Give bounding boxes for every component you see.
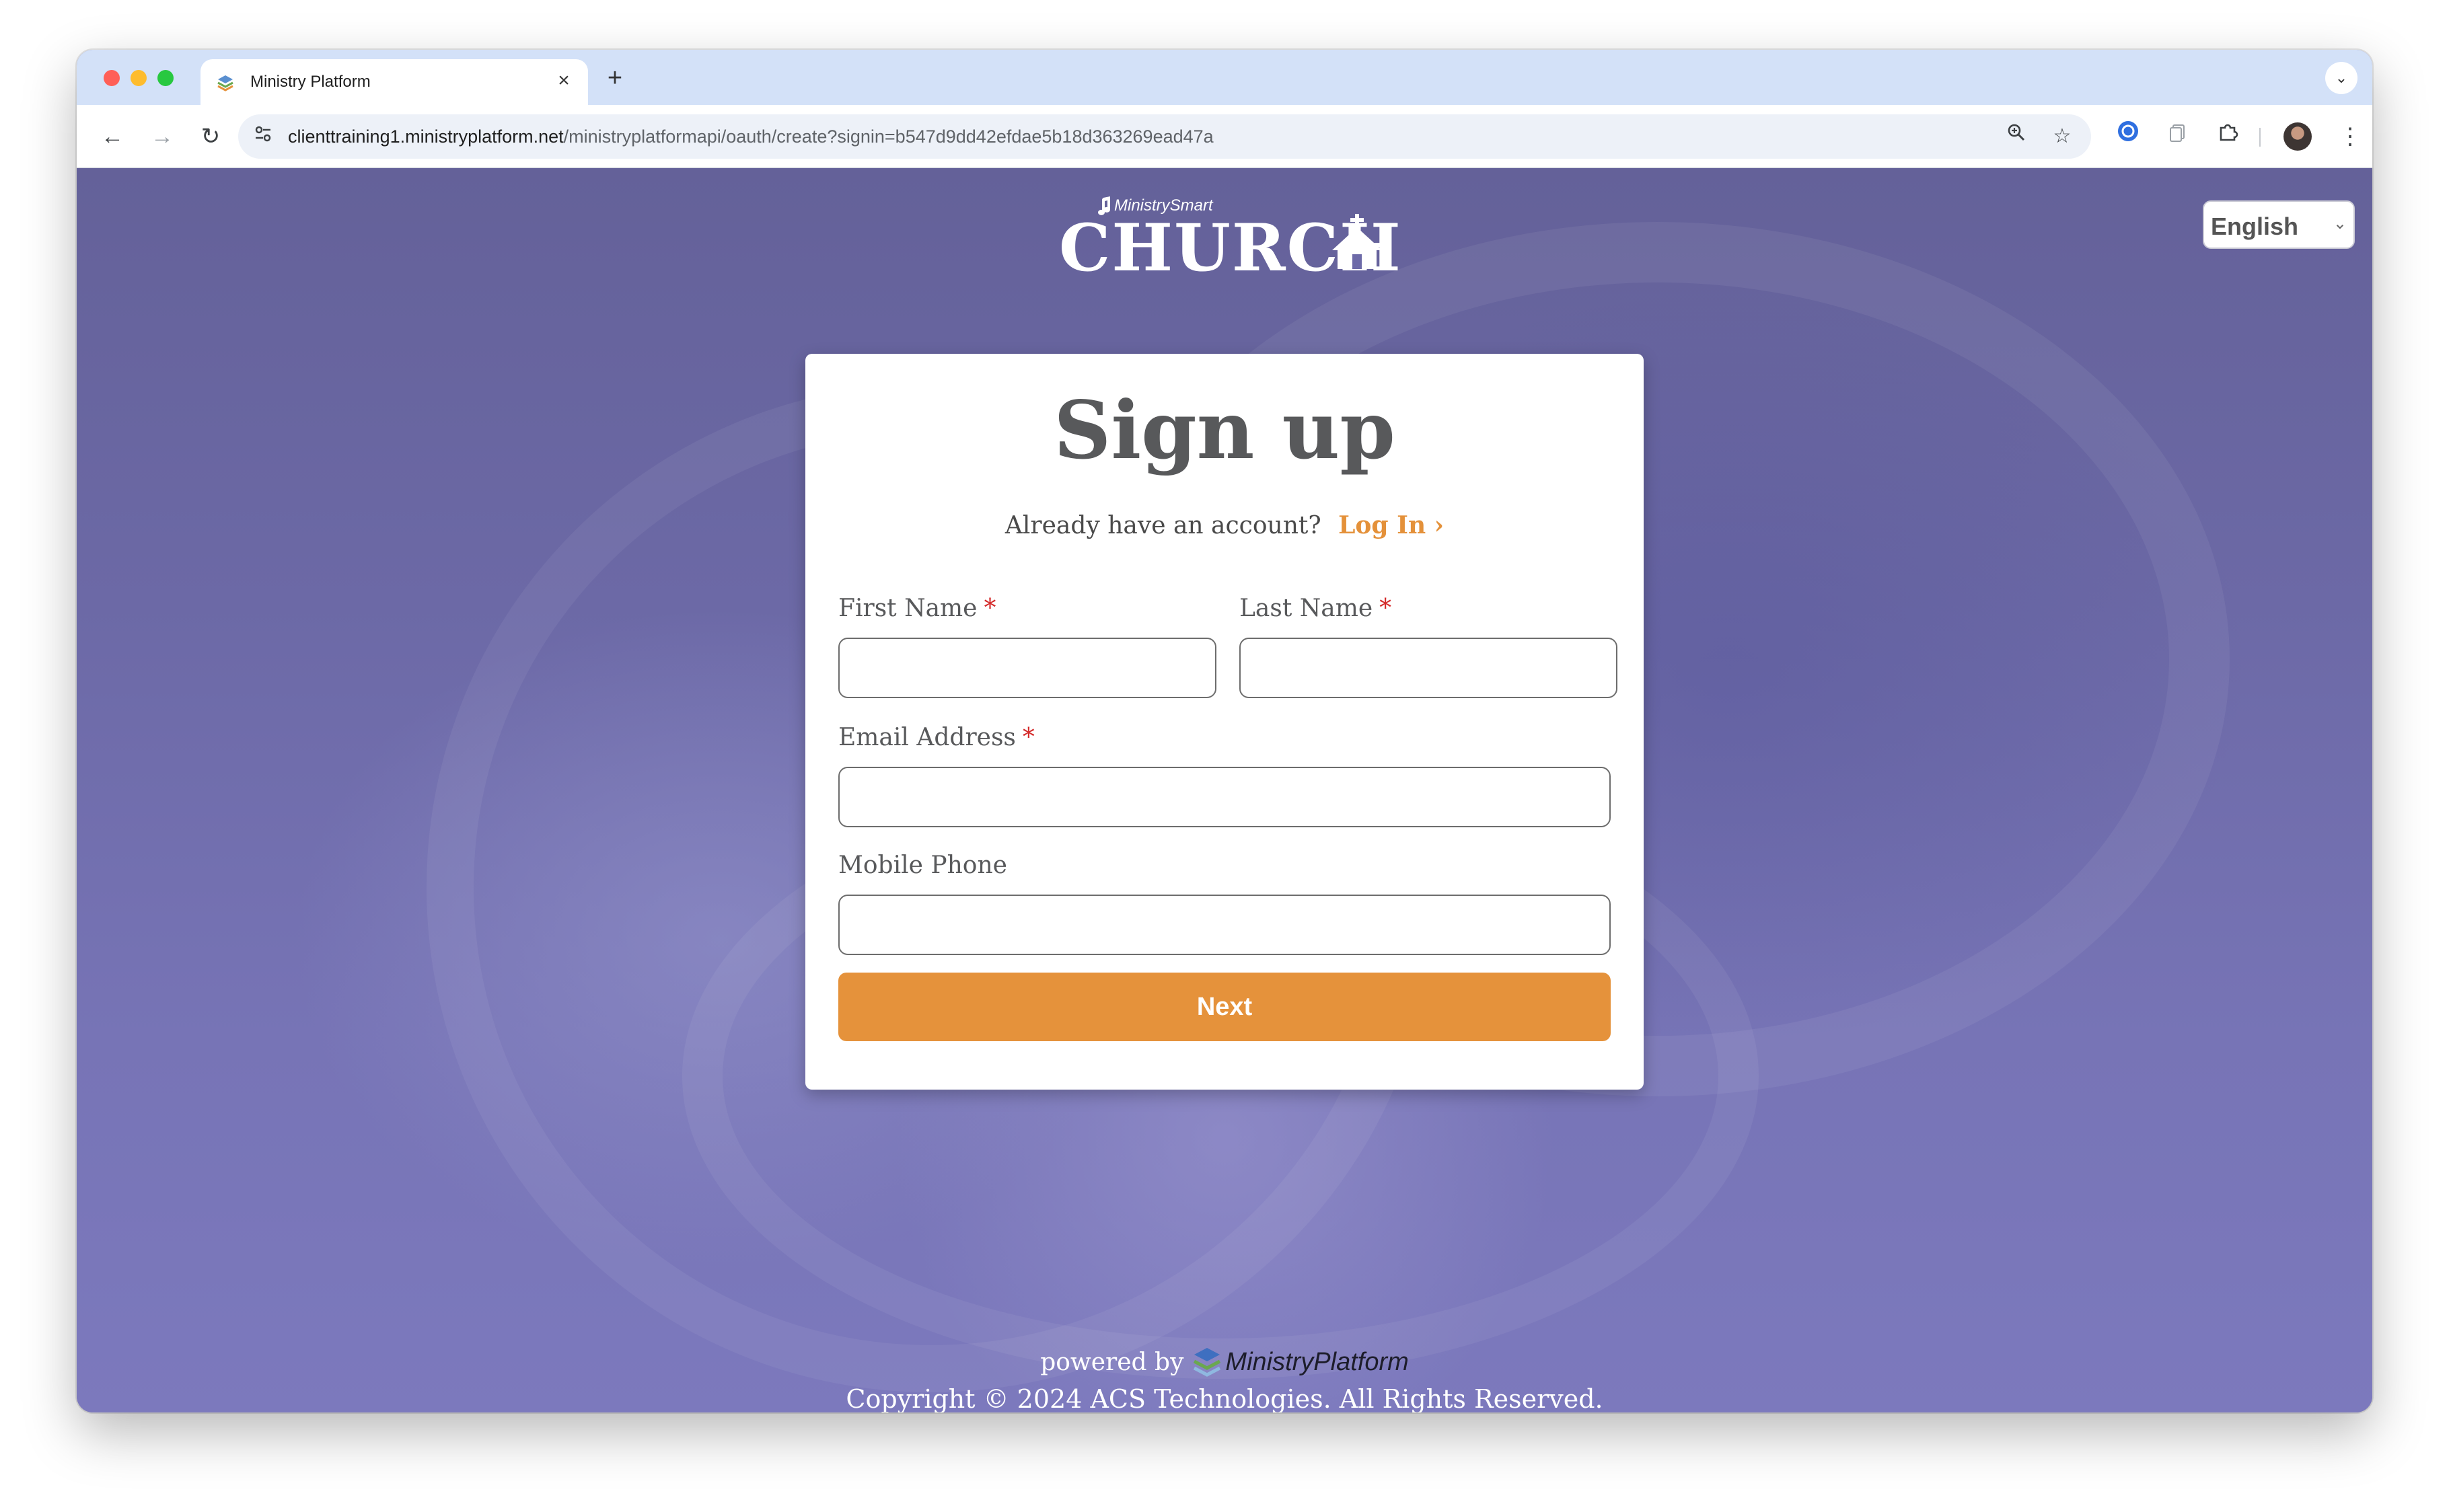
- first-name-label: First Name *: [838, 595, 996, 622]
- extension-c-icon[interactable]: [2111, 120, 2145, 153]
- url-text: clienttraining1.ministryplatform.net/min…: [288, 126, 1214, 147]
- ministry-platform-logo[interactable]: MinistryPlatform: [1193, 1347, 1409, 1377]
- login-link[interactable]: Log In ›: [1338, 511, 1444, 539]
- last-name-label: Last Name *: [1239, 595, 1392, 622]
- required-marker: *: [984, 595, 996, 622]
- tab-title: Ministry Platform: [250, 73, 371, 91]
- signup-card: Sign up Already have an account? Log In …: [805, 354, 1644, 1090]
- minimize-window-button[interactable]: [131, 70, 147, 86]
- url-host: clienttraining1.ministryplatform.net: [288, 126, 564, 147]
- back-button[interactable]: ←: [97, 121, 128, 152]
- browser-toolbar: ← → ↻ clienttraining1.ministryplatform.n…: [77, 105, 2372, 168]
- first-name-field[interactable]: [838, 638, 1216, 698]
- required-marker: *: [1022, 724, 1035, 751]
- page-title: Sign up: [1054, 383, 1395, 477]
- bookmark-star-icon[interactable]: ☆: [2048, 122, 2076, 151]
- mobile-phone-field[interactable]: [838, 895, 1611, 955]
- zoom-icon[interactable]: [2002, 122, 2031, 151]
- close-tab-icon[interactable]: ×: [552, 69, 576, 93]
- last-name-field[interactable]: [1239, 638, 1617, 698]
- copyright-text: Copyright © 2024 ACS Technologies. All R…: [846, 1384, 1603, 1412]
- language-select[interactable]: English ⌄: [2203, 200, 2355, 249]
- close-window-button[interactable]: [104, 70, 120, 86]
- next-button[interactable]: Next: [838, 973, 1611, 1041]
- profile-avatar[interactable]: [2283, 122, 2312, 151]
- mobile-phone-label: Mobile Phone: [838, 852, 1007, 879]
- page-background: MinistrySmart CHURCH English ⌄ Sign up A…: [77, 168, 2372, 1412]
- already-have-account-text: Already have an account?: [1004, 512, 1321, 539]
- site-info-icon[interactable]: [250, 124, 276, 149]
- ministry-platform-logo-text: MinistryPlatform: [1225, 1347, 1409, 1376]
- language-select-value: English: [2211, 213, 2299, 240]
- address-bar[interactable]: clienttraining1.ministryplatform.net/min…: [238, 114, 2091, 159]
- reload-button[interactable]: ↻: [195, 121, 226, 152]
- powered-by: powered by MinistryPlatform: [77, 1347, 2372, 1377]
- toolbar-separator: [2259, 128, 2261, 147]
- tab-ministry-platform[interactable]: Ministry Platform ×: [200, 59, 588, 105]
- browser-window: Ministry Platform × + ⌄ ← → ↻ clienttrai…: [77, 50, 2372, 1412]
- url-path: /ministryplatformapi/oauth/create?signin…: [563, 126, 1214, 147]
- church-building-icon: [1332, 214, 1382, 269]
- new-tab-button[interactable]: +: [601, 65, 628, 91]
- extension-copy-icon[interactable]: [2161, 120, 2195, 153]
- browser-menu-button[interactable]: ⋮: [2335, 121, 2366, 152]
- powered-by-text: powered by: [1040, 1348, 1184, 1376]
- maximize-window-button[interactable]: [157, 70, 174, 86]
- required-marker: *: [1379, 595, 1392, 622]
- login-prompt: Already have an account? Log In ›: [805, 511, 1644, 539]
- forward-button[interactable]: →: [147, 121, 178, 152]
- extensions-puzzle-icon[interactable]: [2211, 120, 2244, 153]
- ministry-platform-logo-icon: [1194, 1348, 1221, 1377]
- church-logo: MinistrySmart CHURCH: [1059, 195, 1401, 286]
- tab-strip: Ministry Platform × + ⌄: [77, 50, 2372, 105]
- email-field[interactable]: [838, 767, 1611, 827]
- ministry-platform-favicon-icon: [217, 75, 233, 91]
- email-label: Email Address *: [838, 724, 1035, 751]
- chevron-down-icon: ⌄: [2333, 215, 2347, 233]
- tab-search-button[interactable]: ⌄: [2325, 62, 2357, 94]
